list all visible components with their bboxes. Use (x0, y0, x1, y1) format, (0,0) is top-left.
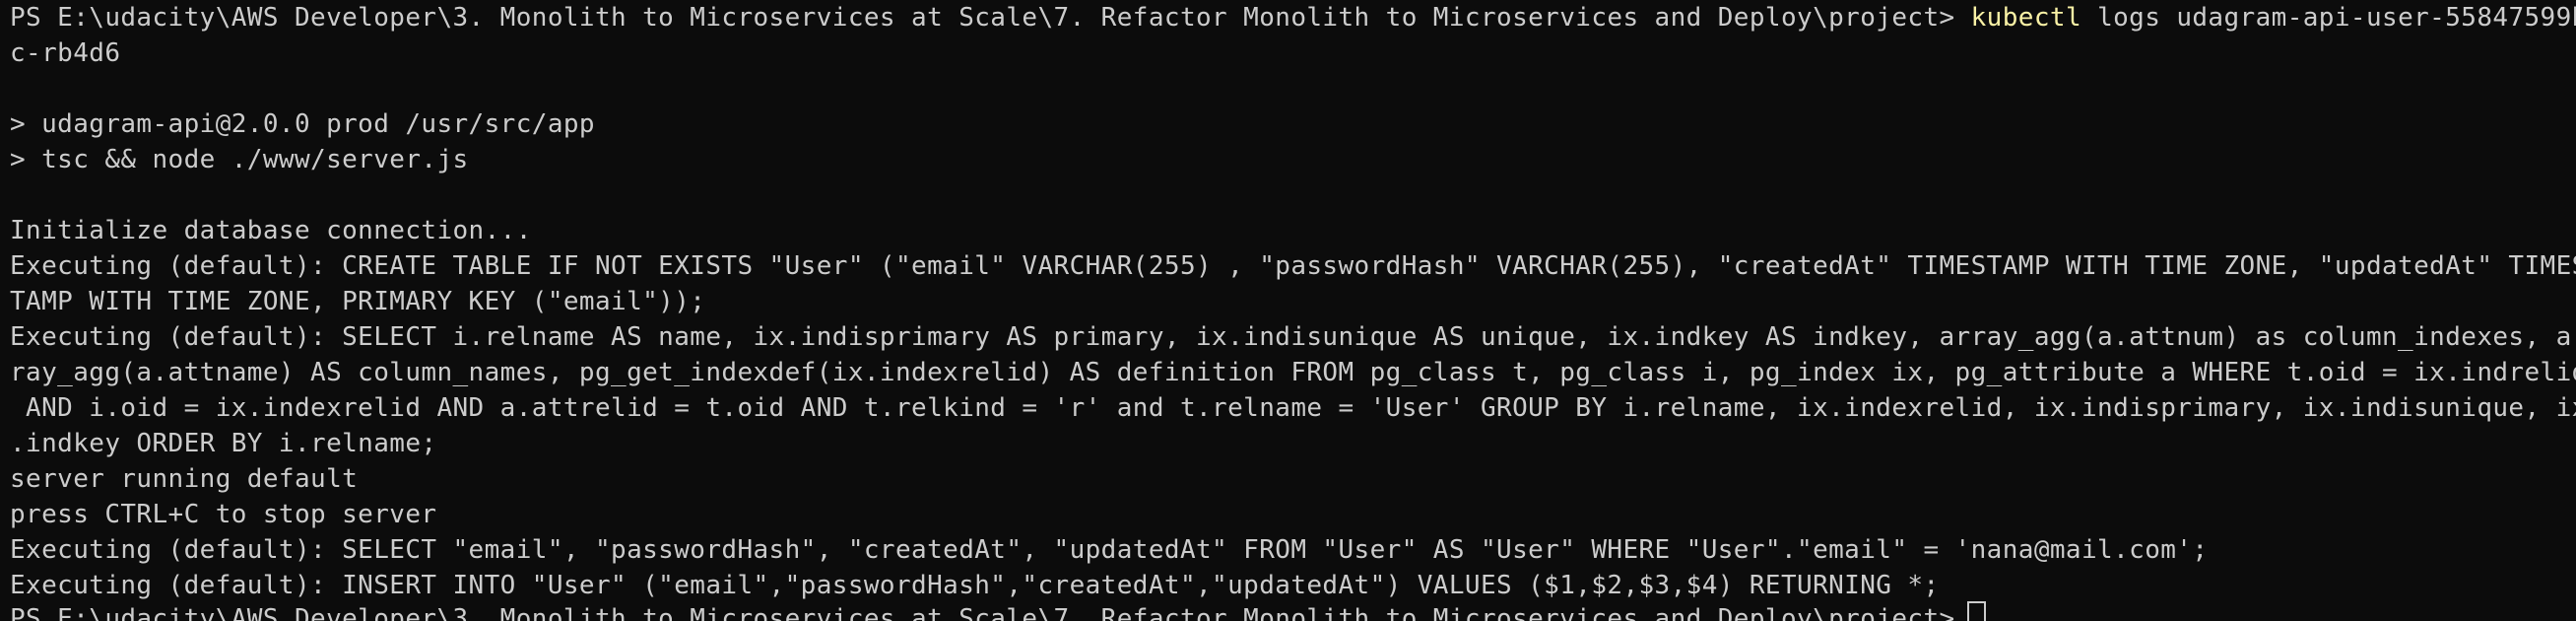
command-wrap-line: c-rb4d6 (10, 38, 121, 68)
output-line: server running default (10, 464, 359, 494)
output-line: Executing (default): CREATE TABLE IF NOT… (10, 251, 2576, 281)
cursor-icon (1966, 601, 1986, 621)
prompt-path: PS E:\udacity\AWS Developer\3. Monolith … (10, 604, 1955, 621)
output-line: ray_agg(a.attname) AS column_names, pg_g… (10, 358, 2576, 387)
output-line: Executing (default): SELECT "email", "pa… (10, 535, 2209, 565)
command-args: logs udagram-api-user-55847599b (2097, 3, 2576, 33)
output-line: AND i.oid = ix.indexrelid AND a.attrelid… (10, 393, 2576, 423)
command-name: kubectl (1970, 3, 2081, 33)
terminal-prompt-line: PS E:\udacity\AWS Developer\3. Monolith … (10, 0, 2576, 35)
output-line: Executing (default): INSERT INTO "User" … (10, 571, 1940, 600)
output-line: Initialize database connection... (10, 216, 532, 245)
terminal-prompt-line[interactable]: PS E:\udacity\AWS Developer\3. Monolith … (10, 601, 1986, 621)
output-line: > tsc && node ./www/server.js (10, 145, 469, 174)
output-line: Executing (default): SELECT i.relname AS… (10, 322, 2576, 352)
output-line: TAMP WITH TIME ZONE, PRIMARY KEY ("email… (10, 287, 706, 316)
terminal-window[interactable]: PS E:\udacity\AWS Developer\3. Monolith … (0, 0, 2576, 621)
output-line: > udagram-api@2.0.0 prod /usr/src/app (10, 109, 595, 139)
output-line: .indkey ORDER BY i.relname; (10, 429, 437, 458)
output-line: press CTRL+C to stop server (10, 500, 437, 529)
prompt-path: PS E:\udacity\AWS Developer\3. Monolith … (10, 3, 1955, 33)
